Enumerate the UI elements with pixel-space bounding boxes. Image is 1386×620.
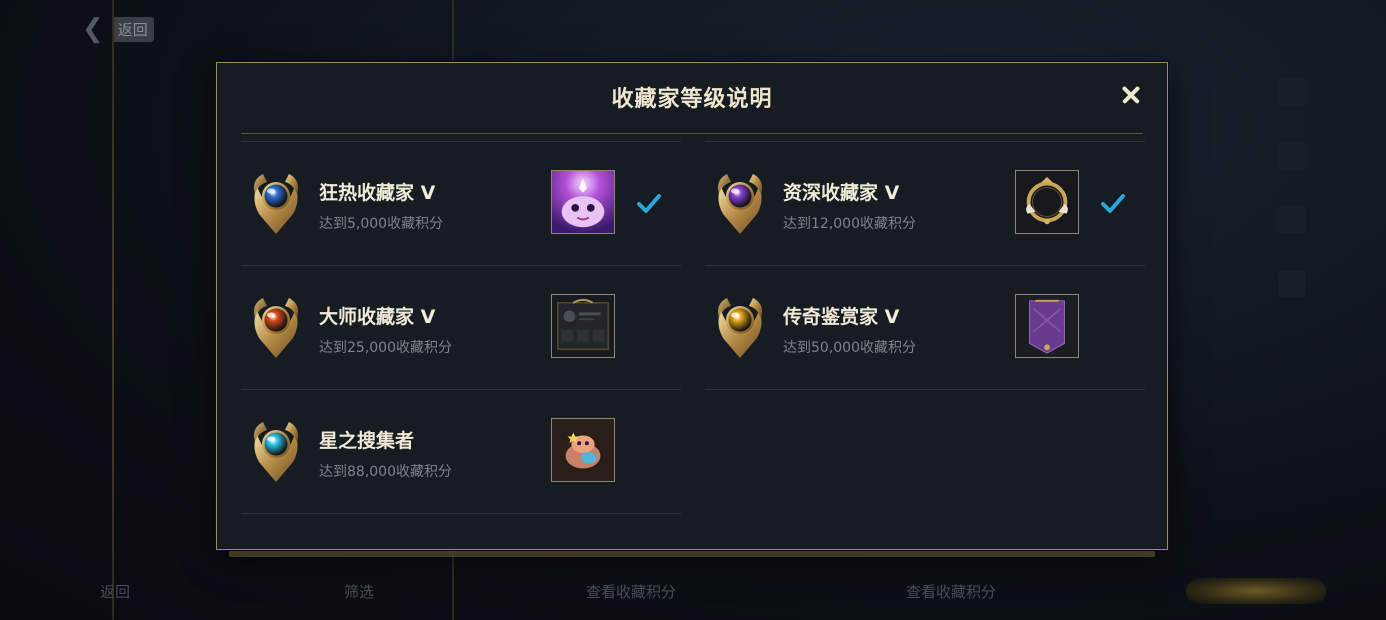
star-poro-icon[interactable] [551,418,615,482]
side-icon[interactable] [1278,78,1306,106]
side-icon[interactable] [1278,206,1306,234]
level-requirement: 达到5,000收藏积分 [319,216,444,232]
collector-level-modal: 收藏家等级说明 狂热收藏家 V 达到5,000收藏积分 资深收藏家 V 达到12… [216,62,1168,557]
level-name: 星之搜集者 [319,430,415,452]
level-requirement: 达到25,000收藏积分 [319,340,452,356]
back-label: 返回 [111,16,154,42]
collector-badge-icon [254,174,298,234]
level-name: 资深收藏家 V [783,182,900,204]
bottom-label[interactable]: 筛选 [344,581,374,602]
ring-frame-icon[interactable] [1015,170,1079,234]
collector-badge-icon [718,298,762,358]
check-icon [1101,194,1125,213]
bottom-label[interactable]: 查看收藏积分 [906,581,996,602]
close-icon[interactable] [1119,83,1143,107]
side-icon[interactable] [1278,142,1306,170]
title-divider [241,133,1143,134]
confirm-button[interactable] [1186,578,1326,604]
banner-icon[interactable] [1015,294,1079,358]
check-icon [637,194,661,213]
modal-title: 收藏家等级说明 [611,87,773,112]
level-requirement: 达到50,000收藏积分 [783,340,916,356]
collector-badge-icon [254,422,298,482]
bottom-label[interactable]: 查看收藏积分 [586,581,676,602]
level-requirement: 达到12,000收藏积分 [783,216,916,232]
collector-badge-icon [254,298,298,358]
level-name: 传奇鉴赏家 V [783,306,900,328]
level-name: 大师收藏家 V [319,306,436,328]
level-name: 狂热收藏家 V [319,182,436,204]
level-row: 大师收藏家 V 达到25,000收藏积分 [241,266,681,390]
divider [112,0,114,620]
level-row: 传奇鉴赏家 V 达到50,000收藏积分 [705,266,1145,390]
chevron-left-icon: ❮ [82,14,104,44]
bottom-bar: 返回 筛选 查看收藏积分 查看收藏积分 [0,560,1386,620]
bottom-label[interactable]: 返回 [100,581,130,602]
collector-badge-icon [718,174,762,234]
side-icon[interactable] [1278,270,1306,298]
back-button[interactable]: ❮ 返回 [82,14,154,44]
side-icon-bar [1278,78,1306,298]
poro-icon[interactable] [551,170,615,234]
level-row: 狂热收藏家 V 达到5,000收藏积分 [241,142,681,266]
level-row: 星之搜集者 达到88,000收藏积分 [241,390,681,514]
level-requirement: 达到88,000收藏积分 [319,464,452,480]
level-row: 资深收藏家 V 达到12,000收藏积分 [705,142,1145,266]
profile-card-icon[interactable] [551,294,615,358]
